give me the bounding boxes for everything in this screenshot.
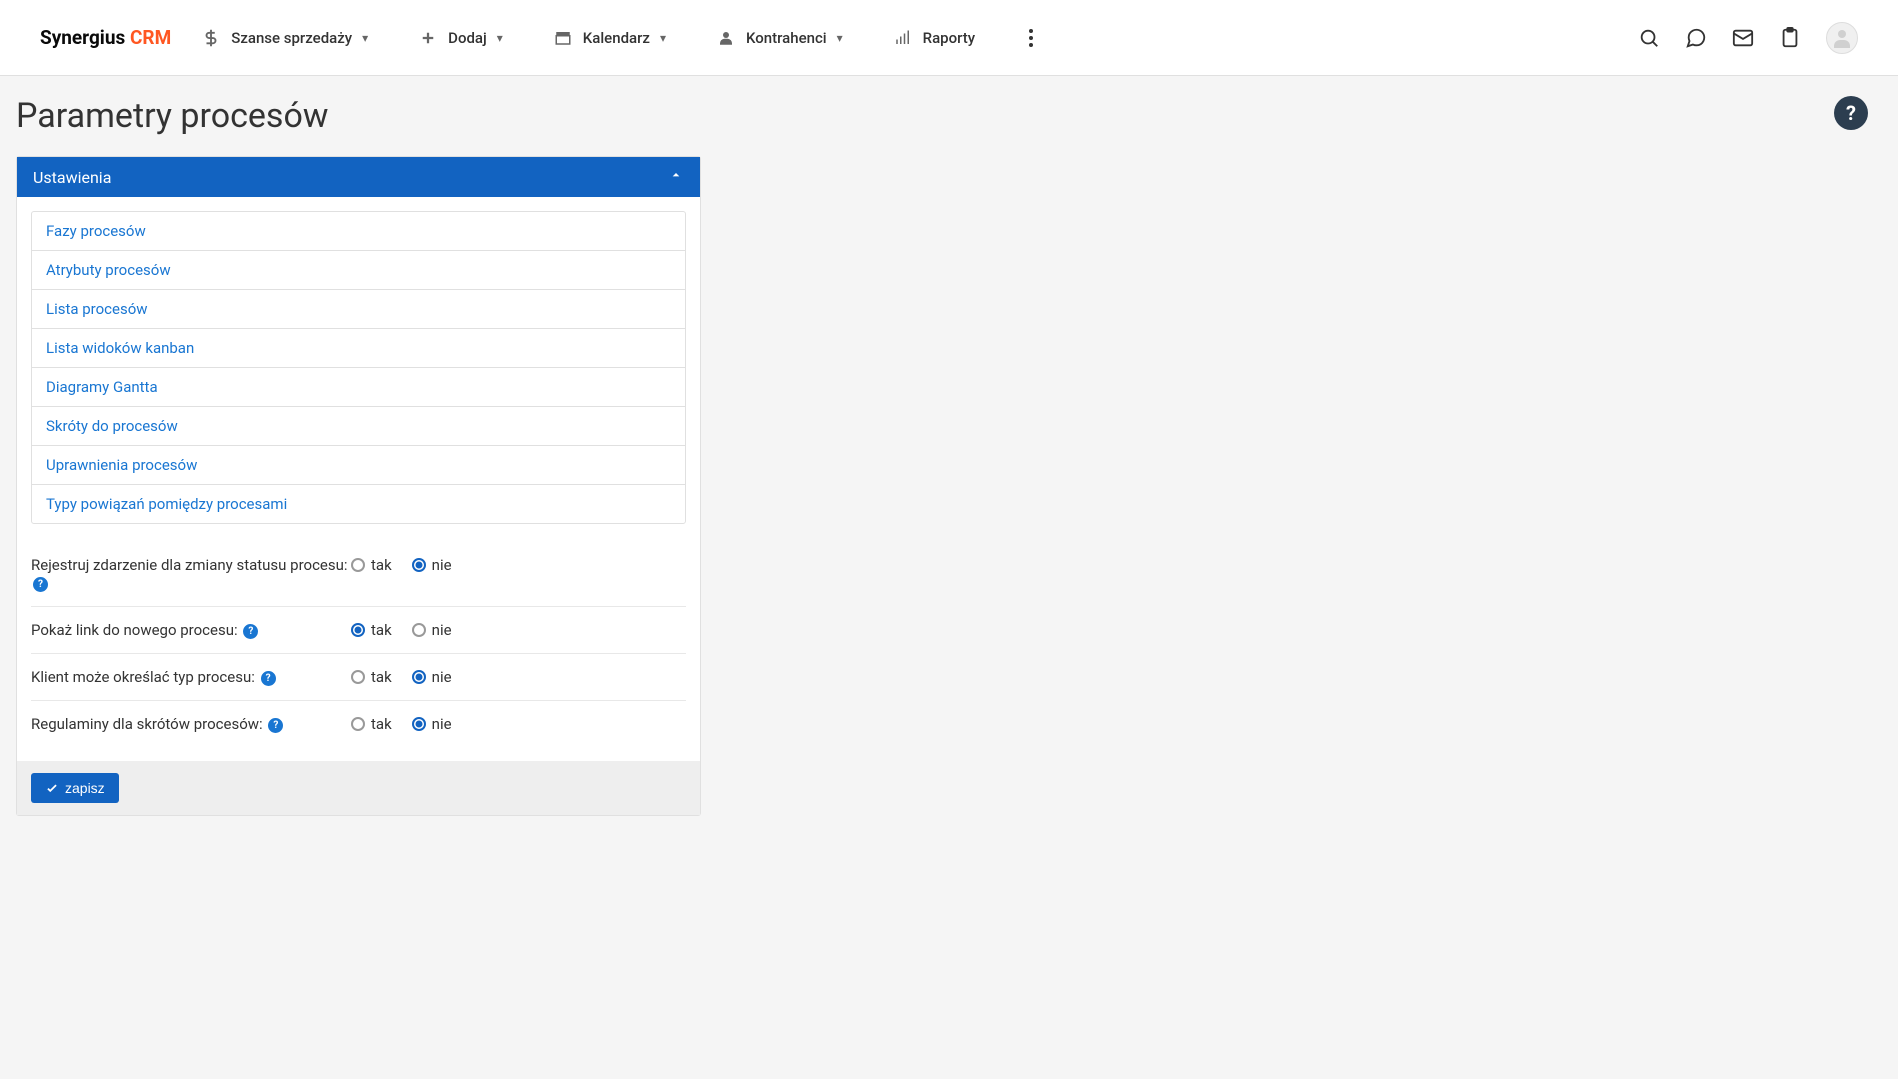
radio-group: tak nie xyxy=(351,715,452,733)
chevron-down-icon: ▾ xyxy=(660,31,666,45)
user-icon xyxy=(716,28,736,48)
radio-yes[interactable]: tak xyxy=(351,556,392,574)
mail-icon[interactable] xyxy=(1732,27,1754,49)
nav-contractors[interactable]: Kontrahenci ▾ xyxy=(716,28,843,48)
link-process-phases[interactable]: Fazy procesów xyxy=(32,212,685,251)
page-title: Parametry procesów xyxy=(16,96,1882,136)
link-process-shortcuts[interactable]: Skróty do procesów xyxy=(32,407,685,446)
nav-label: Dodaj xyxy=(448,29,487,47)
radio-yes[interactable]: tak xyxy=(351,715,392,733)
bar-chart-icon xyxy=(893,28,913,48)
help-icon[interactable]: ? xyxy=(33,577,48,592)
help-icon[interactable]: ? xyxy=(243,624,258,639)
radio-yes[interactable]: tak xyxy=(351,668,392,686)
nav-add[interactable]: Dodaj ▾ xyxy=(418,28,503,48)
help-button[interactable]: ? xyxy=(1834,96,1868,130)
radio-indicator xyxy=(351,717,365,731)
chat-icon[interactable] xyxy=(1685,27,1707,49)
nav-label: Kalendarz xyxy=(583,29,650,47)
header-right xyxy=(1638,22,1858,54)
link-list: Fazy procesów Atrybuty procesów Lista pr… xyxy=(31,211,686,524)
setting-label: Klient może określać typ procesu: ? xyxy=(31,668,351,686)
setting-label: Rejestruj zdarzenie dla zmiany statusu p… xyxy=(31,556,351,592)
setting-label: Pokaż link do nowego procesu: ? xyxy=(31,621,351,639)
link-process-relation-types[interactable]: Typy powiązań pomiędzy procesami xyxy=(32,485,685,523)
chevron-down-icon: ▾ xyxy=(497,31,503,45)
save-button[interactable]: zapisz xyxy=(31,773,119,803)
setting-client-process-type: Klient może określać typ procesu: ? tak … xyxy=(31,654,686,701)
radio-no[interactable]: nie xyxy=(412,715,452,733)
nav-reports[interactable]: Raporty xyxy=(893,28,975,48)
chevron-down-icon: ▾ xyxy=(362,31,368,45)
setting-register-event: Rejestruj zdarzenie dla zmiany statusu p… xyxy=(31,542,686,607)
settings-panel: Ustawienia Fazy procesów Atrybuty proces… xyxy=(16,156,701,816)
nav-label: Kontrahenci xyxy=(746,29,827,47)
radio-group: tak nie xyxy=(351,668,452,686)
radio-indicator xyxy=(412,623,426,637)
logo-main: Synergius xyxy=(40,26,125,49)
logo-accent: CRM xyxy=(130,26,171,49)
radio-indicator xyxy=(351,670,365,684)
radio-group: tak nie xyxy=(351,621,452,639)
search-icon[interactable] xyxy=(1638,27,1660,49)
setting-regulations-shortcuts: Regulaminy dla skrótów procesów: ? tak n… xyxy=(31,701,686,747)
radio-no[interactable]: nie xyxy=(412,621,452,639)
more-menu-button[interactable] xyxy=(1025,25,1037,51)
chevron-down-icon: ▾ xyxy=(837,31,843,45)
panel-body: Fazy procesów Atrybuty procesów Lista pr… xyxy=(17,197,700,761)
radio-no[interactable]: nie xyxy=(412,556,452,574)
link-gantt-diagrams[interactable]: Diagramy Gantta xyxy=(32,368,685,407)
nav-label: Szanse sprzedaży xyxy=(231,29,352,47)
page-content: ? Parametry procesów Ustawienia Fazy pro… xyxy=(0,76,1898,836)
panel-footer: zapisz xyxy=(17,761,700,815)
nav-calendar[interactable]: Kalendarz ▾ xyxy=(553,28,666,48)
logo[interactable]: Synergius CRM xyxy=(40,26,171,49)
radio-indicator xyxy=(412,717,426,731)
radio-no[interactable]: nie xyxy=(412,668,452,686)
link-process-attributes[interactable]: Atrybuty procesów xyxy=(32,251,685,290)
plus-icon xyxy=(418,28,438,48)
link-process-list[interactable]: Lista procesów xyxy=(32,290,685,329)
link-kanban-views[interactable]: Lista widoków kanban xyxy=(32,329,685,368)
setting-show-new-process-link: Pokaż link do nowego procesu: ? tak nie xyxy=(31,607,686,654)
save-label: zapisz xyxy=(65,780,105,796)
radio-yes[interactable]: tak xyxy=(351,621,392,639)
avatar[interactable] xyxy=(1826,22,1858,54)
nav-opportunities[interactable]: Szanse sprzedaży ▾ xyxy=(201,28,368,48)
radio-indicator xyxy=(351,623,365,637)
link-process-permissions[interactable]: Uprawnienia procesów xyxy=(32,446,685,485)
dollar-icon xyxy=(201,28,221,48)
chevron-up-icon xyxy=(668,167,684,187)
radio-indicator xyxy=(351,558,365,572)
main-nav: Szanse sprzedaży ▾ Dodaj ▾ Kalendarz ▾ K… xyxy=(201,25,1638,51)
radio-group: tak nie xyxy=(351,556,452,574)
nav-label: Raporty xyxy=(923,29,975,47)
settings-rows: Rejestruj zdarzenie dla zmiany statusu p… xyxy=(31,542,686,747)
help-icon[interactable]: ? xyxy=(261,671,276,686)
header: Synergius CRM Szanse sprzedaży ▾ Dodaj ▾… xyxy=(0,0,1898,76)
panel-header[interactable]: Ustawienia xyxy=(17,157,700,197)
calendar-icon xyxy=(553,28,573,48)
radio-indicator xyxy=(412,558,426,572)
setting-label: Regulaminy dla skrótów procesów: ? xyxy=(31,715,351,733)
help-icon[interactable]: ? xyxy=(268,718,283,733)
panel-title: Ustawienia xyxy=(33,168,111,187)
clipboard-icon[interactable] xyxy=(1779,27,1801,49)
radio-indicator xyxy=(412,670,426,684)
